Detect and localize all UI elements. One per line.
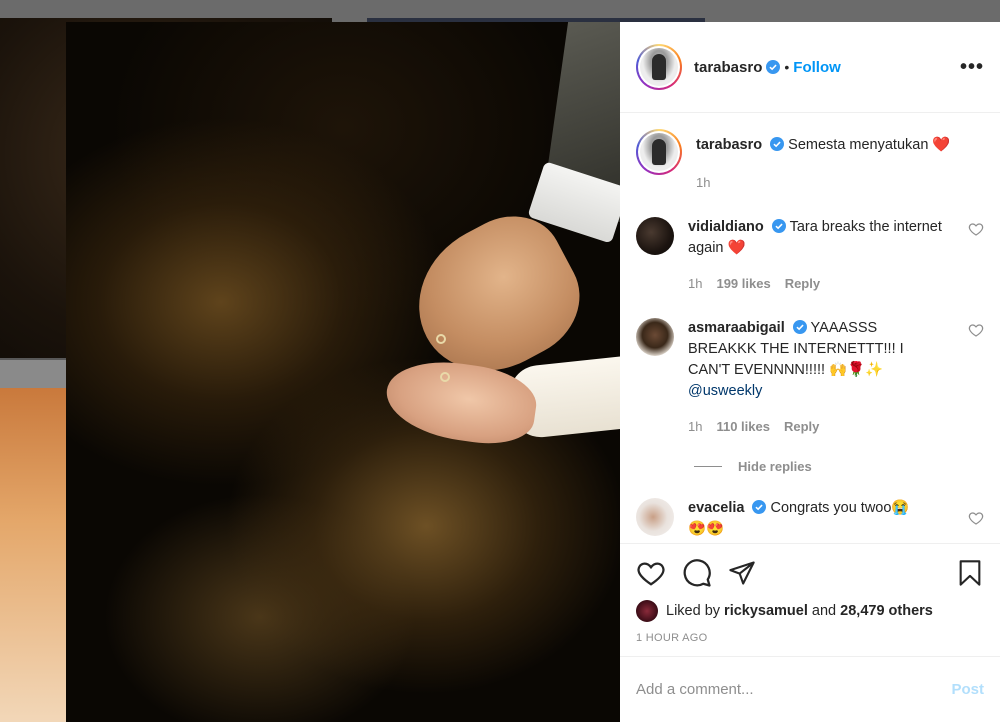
comment-composer: Post <box>620 656 1000 722</box>
follow-button[interactable]: Follow <box>793 59 841 76</box>
avatar-image <box>640 48 678 86</box>
more-options-icon[interactable]: ••• <box>960 57 984 77</box>
liked-by-and: and <box>811 603 837 619</box>
comment-text: Congrats you twoo😭 <box>770 500 910 516</box>
post-photo[interactable] <box>66 22 620 722</box>
hide-replies-button[interactable]: Hide replies <box>694 459 984 474</box>
hide-replies-label: Hide replies <box>738 459 812 474</box>
like-comment-heart-icon[interactable] <box>968 221 984 237</box>
commenter-avatar[interactable] <box>636 318 674 356</box>
likes-summary: Liked by ricky​samuel and 28,479 others <box>636 600 984 622</box>
comment-text-continued: 😍😍 <box>688 521 725 537</box>
author-avatar[interactable] <box>636 44 682 90</box>
share-icon[interactable] <box>728 559 756 587</box>
comment-time: 1h <box>688 419 703 434</box>
comment-likes[interactable]: 199 likes <box>716 273 770 294</box>
add-comment-input[interactable] <box>636 681 952 698</box>
reply-button[interactable]: Reply <box>785 273 820 294</box>
verified-icon <box>771 219 786 233</box>
comment-time: 1h <box>688 276 703 291</box>
comment-likes[interactable]: 110 likes <box>716 416 770 437</box>
verified-icon <box>770 137 785 151</box>
comment-username[interactable]: vidialdiano <box>688 219 764 235</box>
post-modal: tarabasro • Follow ••• tarabasro Semesta… <box>66 22 1000 722</box>
liked-by-user[interactable]: ricky​samuel <box>724 603 808 619</box>
verified-icon <box>752 500 767 514</box>
verified-icon <box>766 60 781 74</box>
liker-avatar[interactable] <box>636 600 658 622</box>
commenter-avatar[interactable] <box>636 217 674 255</box>
like-comment-heart-icon[interactable] <box>968 322 984 338</box>
verified-icon <box>792 320 807 334</box>
post-header: tarabasro • Follow ••• <box>620 22 1000 113</box>
post-side-panel: tarabasro • Follow ••• tarabasro Semesta… <box>620 22 1000 722</box>
post-timestamp: 1 HOUR AGO <box>636 632 708 644</box>
bookmark-icon[interactable] <box>956 558 984 588</box>
avatar-image <box>640 133 678 171</box>
caption-avatar[interactable] <box>636 129 682 175</box>
comment-item: evacelia Congrats you twoo😭 😍😍 <box>636 498 984 540</box>
post-actions: Liked by ricky​samuel and 28,479 others … <box>620 543 1000 656</box>
photo-ring <box>436 334 446 344</box>
commenter-avatar[interactable] <box>636 498 674 536</box>
reply-button[interactable]: Reply <box>784 416 819 437</box>
caption-text: Semesta menyatukan ❤️ <box>788 137 951 153</box>
photo-ring <box>440 372 450 382</box>
comment-username[interactable]: evacelia <box>688 500 744 516</box>
mention-link[interactable]: @usweekly <box>688 383 762 399</box>
comment-username[interactable]: asmaraabigail <box>688 320 785 336</box>
caption: tarabasro Semesta menyatukan ❤️ 1h <box>636 129 984 193</box>
like-comment-heart-icon[interactable] <box>968 510 984 526</box>
author-username[interactable]: tarabasro <box>694 59 762 76</box>
comments-list[interactable]: tarabasro Semesta menyatukan ❤️ 1h vidia… <box>620 113 1000 543</box>
caption-time: 1h <box>696 175 711 190</box>
background-feed-post[interactable] <box>0 388 66 722</box>
post-comment-button[interactable]: Post <box>951 681 984 698</box>
photo-hand <box>381 353 541 451</box>
background-feed-gap <box>0 360 66 388</box>
heart-icon[interactable] <box>636 558 666 588</box>
liked-by-count[interactable]: 28,479 others <box>840 603 933 619</box>
liked-by-prefix: Liked by <box>666 603 721 619</box>
comment-icon[interactable] <box>682 558 712 588</box>
divider-line <box>694 466 722 467</box>
separator-dot: • <box>784 59 790 75</box>
comment-item: vidialdiano Tara breaks the internet aga… <box>636 217 984 294</box>
comment-item: asmaraabigail YAAASSS BREAKKK THE INTERN… <box>636 318 984 437</box>
caption-username[interactable]: tarabasro <box>696 137 762 153</box>
